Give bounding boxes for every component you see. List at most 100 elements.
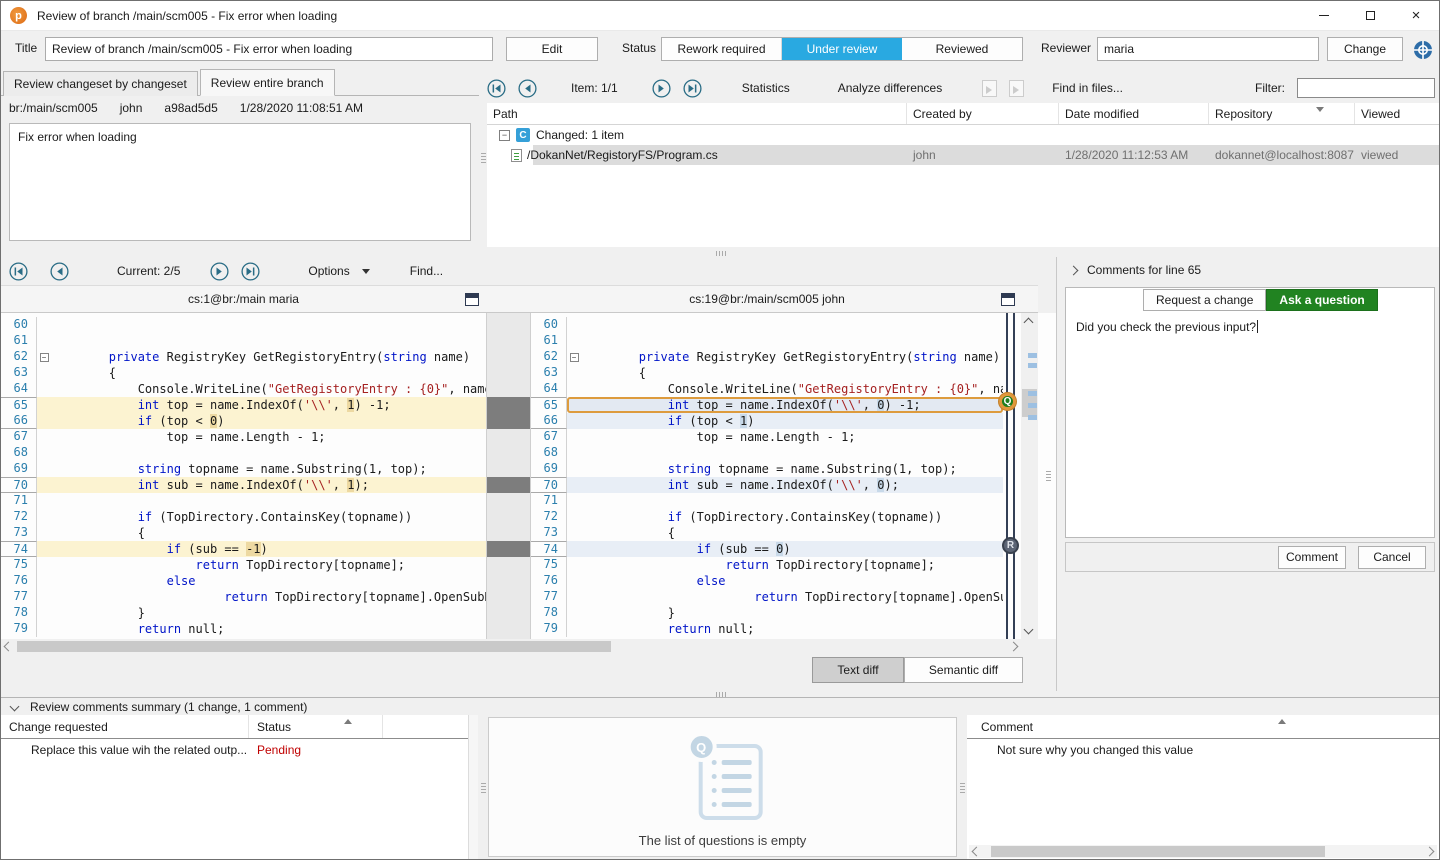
code-line-69[interactable]: 69 string topname = name.Substring(1, to… [531, 461, 1003, 477]
code-line-76[interactable]: 76 else [531, 573, 1003, 589]
statistics-button[interactable]: Statistics [742, 81, 790, 95]
change-reviewer-button[interactable]: Change [1327, 37, 1403, 61]
line-number[interactable]: 69 [531, 461, 567, 477]
line-number[interactable]: 68 [531, 445, 567, 461]
comments-horizontal-scrollbar[interactable] [969, 845, 1437, 858]
filter-input[interactable] [1297, 78, 1435, 98]
first-diff-button[interactable] [9, 262, 28, 281]
line-number[interactable]: 76 [531, 573, 567, 589]
column-path[interactable]: Path [487, 103, 907, 124]
line-number[interactable]: 60 [1, 317, 37, 333]
line-number[interactable]: 73 [531, 525, 567, 541]
switcher-globe-icon[interactable] [1413, 40, 1433, 60]
column-date-modified[interactable]: Date modified [1059, 103, 1209, 124]
collapse-summary-icon[interactable] [10, 702, 20, 712]
line-number[interactable]: 61 [1, 333, 37, 349]
code-line-66[interactable]: 66 if (top < 0) [1, 413, 486, 429]
right-pane-window-icon[interactable] [1001, 293, 1015, 306]
next-item-button[interactable] [652, 79, 671, 98]
request-a-change-button[interactable]: Request a change [1143, 289, 1266, 311]
column-status[interactable]: Status [249, 715, 383, 738]
line-number[interactable]: 65 [1, 397, 37, 413]
code-line-72[interactable]: 72 if (TopDirectory.ContainsKey(topname)… [531, 509, 1003, 525]
line-number[interactable]: 63 [1, 365, 37, 381]
file-path-cell[interactable]: /DokanNet/RegistoryFS/Program.cs [487, 148, 907, 162]
line-number[interactable]: 67 [1, 429, 37, 445]
comment-row[interactable]: Not sure why you changed this value [967, 739, 1439, 761]
collapse-region-icon[interactable]: − [570, 353, 579, 362]
change-request-row[interactable]: Replace this value wih the related outp.… [1, 739, 478, 761]
question-badge[interactable]: Q [999, 393, 1016, 410]
code-line-71[interactable]: 71 [1, 493, 486, 509]
code-line-68[interactable]: 68 [531, 445, 1003, 461]
code-line-68[interactable]: 68 [1, 445, 486, 461]
code-line-69[interactable]: 69 string topname = name.Substring(1, to… [1, 461, 486, 477]
file-row[interactable]: /DokanNet/RegistoryFS/Program.cs john 1/… [487, 145, 1439, 165]
bottom-right-splitter[interactable] [957, 715, 967, 860]
code-line-61[interactable]: 61 [1, 333, 486, 349]
code-line-63[interactable]: 63 { [1, 365, 486, 381]
line-number[interactable]: 62 [1, 349, 37, 365]
line-number[interactable]: 64 [531, 381, 567, 397]
code-line-78[interactable]: 78 } [1, 605, 486, 621]
line-number[interactable]: 74 [531, 541, 567, 557]
code-line-63[interactable]: 63 { [531, 365, 1003, 381]
minimize-button[interactable] [1301, 1, 1347, 31]
tab-review-entire-branch[interactable]: Review entire branch [200, 69, 335, 96]
code-line-61[interactable]: 61 [531, 333, 1003, 349]
code-line-79[interactable]: 79 return null; [1, 621, 486, 637]
line-number[interactable]: 61 [531, 333, 567, 349]
horizontal-scroll-thumb[interactable] [991, 846, 1325, 857]
line-number[interactable]: 73 [1, 525, 37, 541]
close-button[interactable]: × [1393, 1, 1439, 31]
branch-description-box[interactable]: Fix error when loading [9, 123, 471, 241]
line-number[interactable]: 63 [531, 365, 567, 381]
code-line-77[interactable]: 77 return TopDirectory[topname].OpenSubK… [1, 589, 486, 605]
maximize-button[interactable] [1347, 1, 1393, 31]
code-line-60[interactable]: 60 [531, 317, 1003, 333]
find-button[interactable]: Find... [410, 264, 443, 278]
status-rework-required-button[interactable]: Rework required [662, 38, 782, 60]
line-number[interactable]: 62 [531, 349, 567, 365]
options-button[interactable]: Options [308, 264, 349, 278]
line-number[interactable]: 66 [1, 413, 37, 429]
code-line-75[interactable]: 75 return TopDirectory[topname]; [1, 557, 486, 573]
code-line-79[interactable]: 79 return null; [531, 621, 1003, 637]
line-number[interactable]: 64 [1, 381, 37, 397]
line-number[interactable]: 65 [531, 397, 567, 413]
line-number[interactable]: 72 [1, 509, 37, 525]
code-line-75[interactable]: 75 return TopDirectory[topname]; [531, 557, 1003, 573]
code-line-64[interactable]: 64 Console.WriteLine("GetRegistoryEntry … [531, 381, 1003, 397]
code-line-62[interactable]: 62− private RegistryKey GetRegistoryEntr… [1, 349, 486, 365]
find-in-files-button[interactable]: Find in files... [1052, 81, 1123, 95]
code-line-71[interactable]: 71 [531, 493, 1003, 509]
code-line-72[interactable]: 72 if (TopDirectory.ContainsKey(topname)… [1, 509, 486, 525]
reply-badge[interactable]: R [1002, 537, 1019, 554]
collapse-group-icon[interactable]: − [499, 130, 510, 141]
collapse-comments-icon[interactable] [1069, 265, 1079, 275]
edit-button[interactable]: Edit [506, 37, 598, 61]
semantic-diff-button[interactable]: Semantic diff [904, 657, 1023, 683]
code-line-76[interactable]: 76 else [1, 573, 486, 589]
scroll-right-icon[interactable] [1425, 847, 1435, 857]
code-line-64[interactable]: 64 Console.WriteLine("GetRegistoryEntry … [1, 381, 486, 397]
status-reviewed-button[interactable]: Reviewed [902, 38, 1022, 60]
line-number[interactable]: 78 [531, 605, 567, 621]
diff-horizontal-scrollbar[interactable] [1, 639, 1021, 654]
next-diff-button[interactable] [210, 262, 229, 281]
line-number[interactable]: 75 [1, 557, 37, 573]
line-number[interactable]: 79 [1, 621, 37, 637]
code-line-65[interactable]: 65 int top = name.IndexOf('\\', 0) -1; [531, 397, 1003, 413]
review-title-input[interactable]: Review of branch /main/scm005 - Fix erro… [45, 37, 493, 61]
code-line-78[interactable]: 78 } [531, 605, 1003, 621]
line-number[interactable]: 60 [531, 317, 567, 333]
line-number[interactable]: 69 [1, 461, 37, 477]
change-requests-scrollbar[interactable] [468, 715, 478, 859]
diff-vertical-scrollbar[interactable] [1021, 313, 1038, 639]
code-line-60[interactable]: 60 [1, 317, 486, 333]
status-under-review-button[interactable]: Under review [782, 38, 902, 60]
top-panels-splitter[interactable] [479, 67, 487, 249]
previous-item-button[interactable] [518, 79, 537, 98]
last-item-button[interactable] [683, 79, 702, 98]
line-number[interactable]: 70 [1, 477, 37, 493]
